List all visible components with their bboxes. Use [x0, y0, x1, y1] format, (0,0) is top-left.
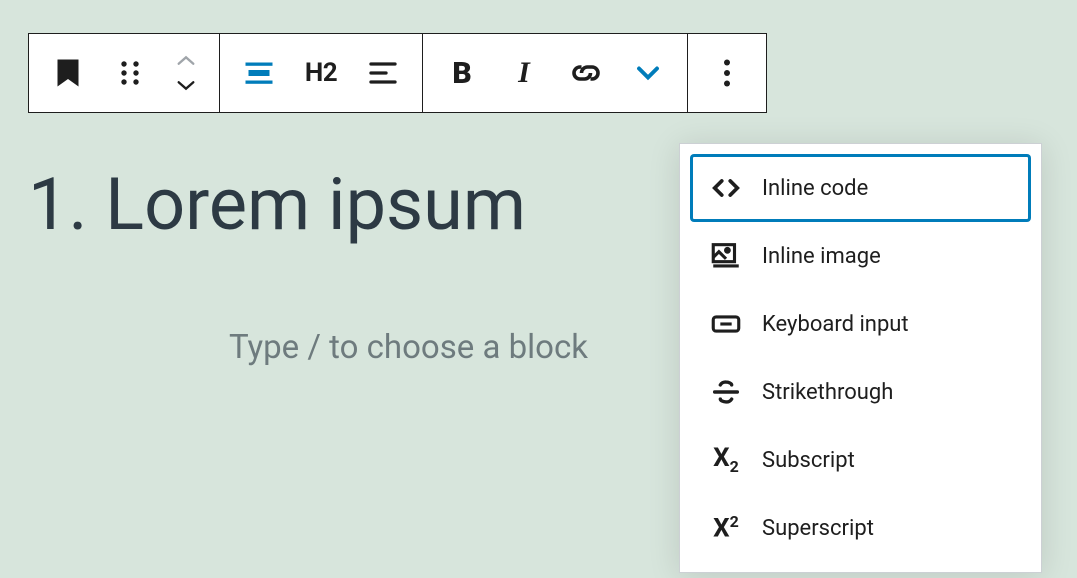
subscript-icon: X2	[708, 442, 744, 478]
strikethrough-icon	[708, 374, 744, 410]
dropdown-item-superscript[interactable]: X2 Superscript	[690, 494, 1031, 562]
dropdown-item-label: Inline code	[762, 176, 868, 201]
more-options-icon[interactable]	[696, 42, 758, 104]
empty-block-placeholder[interactable]: Type / to choose a block	[229, 328, 588, 367]
toolbar-group-format: B I	[422, 33, 688, 113]
drag-handle-icon[interactable]	[99, 42, 161, 104]
heading-level-button[interactable]: H2	[290, 42, 352, 104]
code-icon	[708, 170, 744, 206]
image-icon	[708, 238, 744, 274]
toolbar-group-more	[687, 33, 767, 113]
dropdown-item-keyboard-input[interactable]: Keyboard input	[690, 290, 1031, 358]
toolbar-group-align: H2	[219, 33, 423, 113]
bookmark-icon[interactable]	[37, 42, 99, 104]
bold-button[interactable]: B	[431, 42, 493, 104]
dropdown-item-subscript[interactable]: X2 Subscript	[690, 426, 1031, 494]
dropdown-item-inline-code[interactable]: Inline code	[690, 154, 1031, 222]
toolbar-group-block	[28, 33, 220, 113]
superscript-icon: X2	[708, 510, 744, 546]
dropdown-item-label: Superscript	[762, 516, 874, 541]
dropdown-item-strikethrough[interactable]: Strikethrough	[690, 358, 1031, 426]
dropdown-item-label: Strikethrough	[762, 380, 893, 405]
italic-button[interactable]: I	[493, 42, 555, 104]
link-icon[interactable]	[555, 42, 617, 104]
block-mover[interactable]	[161, 54, 211, 92]
align-text-icon[interactable]	[352, 42, 414, 104]
dropdown-item-inline-image[interactable]: Inline image	[690, 222, 1031, 290]
dropdown-item-label: Inline image	[762, 244, 881, 269]
chevron-up-icon[interactable]	[175, 54, 197, 68]
dropdown-item-label: Keyboard input	[762, 312, 909, 337]
heading-block[interactable]: 1. Lorem ipsum	[28, 162, 526, 247]
format-dropdown: Inline code Inline image Keyboard input …	[679, 143, 1042, 573]
dropdown-item-label: Subscript	[762, 448, 855, 473]
more-formats-chevron-icon[interactable]	[617, 42, 679, 104]
block-toolbar: H2 B I	[28, 33, 767, 113]
chevron-down-icon[interactable]	[175, 78, 197, 92]
align-center-icon[interactable]	[228, 42, 290, 104]
keyboard-icon	[708, 306, 744, 342]
